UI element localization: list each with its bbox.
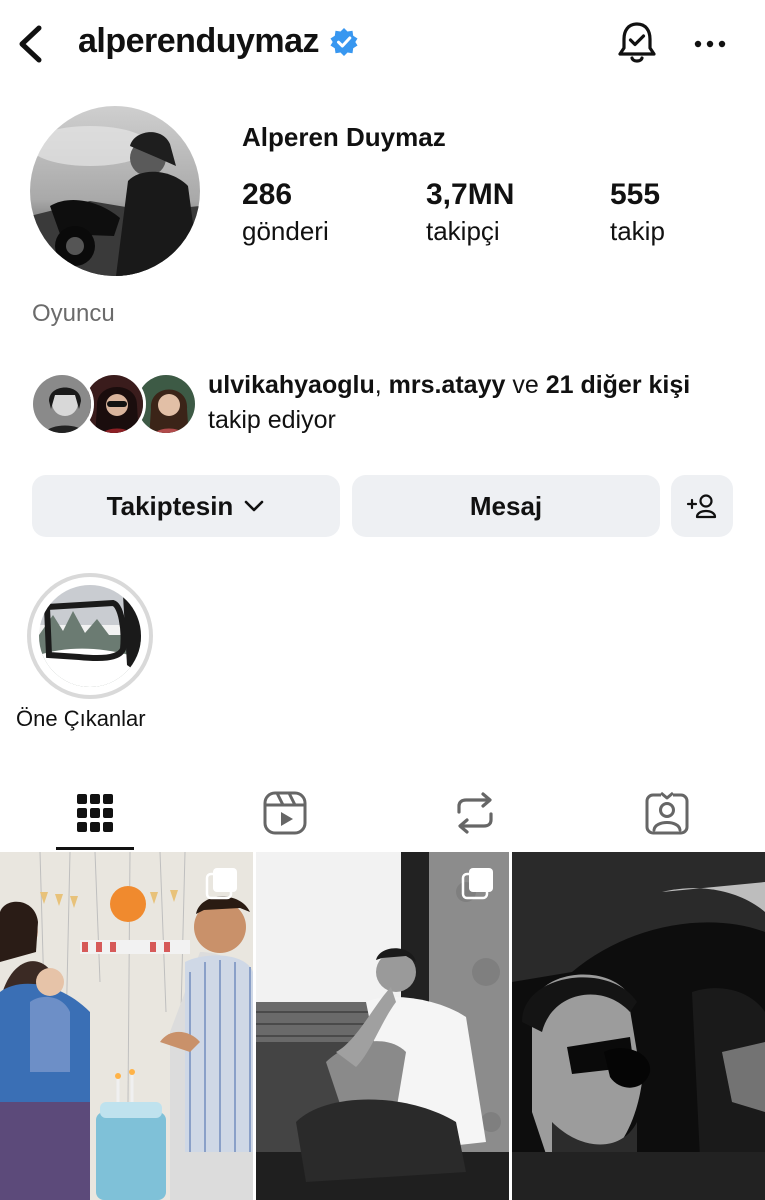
bio-category: Oyuncu xyxy=(32,300,115,327)
tab-reposts[interactable] xyxy=(380,775,570,850)
tab-tagged[interactable] xyxy=(572,775,762,850)
stat-following-value: 555 xyxy=(610,178,661,211)
post-image xyxy=(512,852,765,1200)
stat-followers-label: takipçi xyxy=(426,216,500,246)
chevron-left-icon[interactable] xyxy=(14,22,48,66)
repost-icon xyxy=(457,791,493,834)
stat-posts-label: gönderi xyxy=(242,216,329,246)
message-button[interactable]: Mesaj xyxy=(352,475,660,537)
add-user-button[interactable] xyxy=(671,475,733,537)
post-image xyxy=(0,852,253,1200)
stat-posts[interactable]: 286 gönderi xyxy=(242,178,329,248)
more-horizontal-icon[interactable] xyxy=(688,26,732,62)
chevron-down-icon xyxy=(245,500,264,512)
following-button[interactable]: Takiptesin xyxy=(32,475,340,537)
following-button-label: Takiptesin xyxy=(106,490,234,521)
verified-badge-icon xyxy=(330,27,358,56)
mutual-username[interactable]: mrs.atayy xyxy=(389,371,506,399)
mutual-followers-avatars[interactable] xyxy=(30,372,200,438)
stat-following-label: takip xyxy=(610,216,665,246)
add-user-icon xyxy=(686,494,717,519)
bell-check-icon[interactable] xyxy=(612,18,662,68)
grid-icon xyxy=(77,793,113,832)
highlight-label: Öne Çıkanlar xyxy=(16,706,146,731)
message-button-label: Mesaj xyxy=(469,490,543,521)
profile-photo xyxy=(30,106,200,276)
mutual-avatar xyxy=(30,372,94,436)
connector-text: ve xyxy=(512,371,539,399)
stat-following[interactable]: 555 takip xyxy=(610,178,665,248)
story-highlight[interactable] xyxy=(27,573,153,699)
post-thumbnail[interactable] xyxy=(512,852,765,1200)
tab-grid[interactable] xyxy=(0,775,190,850)
tagged-person-icon xyxy=(645,791,689,834)
highlight-cover xyxy=(39,585,141,687)
post-thumbnail[interactable] xyxy=(0,852,253,1200)
separator: , xyxy=(374,371,382,399)
reels-icon xyxy=(263,791,307,834)
profile-avatar[interactable] xyxy=(30,106,200,276)
stat-followers-value: 3,7MN xyxy=(426,178,515,211)
multiple-posts-icon xyxy=(461,868,493,900)
post-image xyxy=(256,852,509,1200)
others-count[interactable]: 21 diğer kişi xyxy=(546,371,691,399)
username: alperenduymaz xyxy=(78,22,320,60)
post-thumbnail[interactable] xyxy=(256,852,509,1200)
tab-reels[interactable] xyxy=(190,775,380,850)
username-header: alperenduymaz xyxy=(78,22,359,61)
stat-posts-value: 286 xyxy=(242,178,293,211)
stat-followers[interactable]: 3,7MN takipçi xyxy=(426,178,514,248)
multiple-posts-icon xyxy=(205,868,237,900)
followed-by-suffix: takip ediyor xyxy=(208,406,336,434)
active-tab-indicator xyxy=(56,847,134,850)
full-name: Alperen Duymaz xyxy=(242,122,446,152)
followed-by-text[interactable]: ulvikahyaoglu, mrs.atayy ve 21 diğer kiş… xyxy=(208,368,738,438)
mutual-username[interactable]: ulvikahyaoglu xyxy=(208,371,375,399)
top-bar: alperenduymaz xyxy=(0,0,765,90)
